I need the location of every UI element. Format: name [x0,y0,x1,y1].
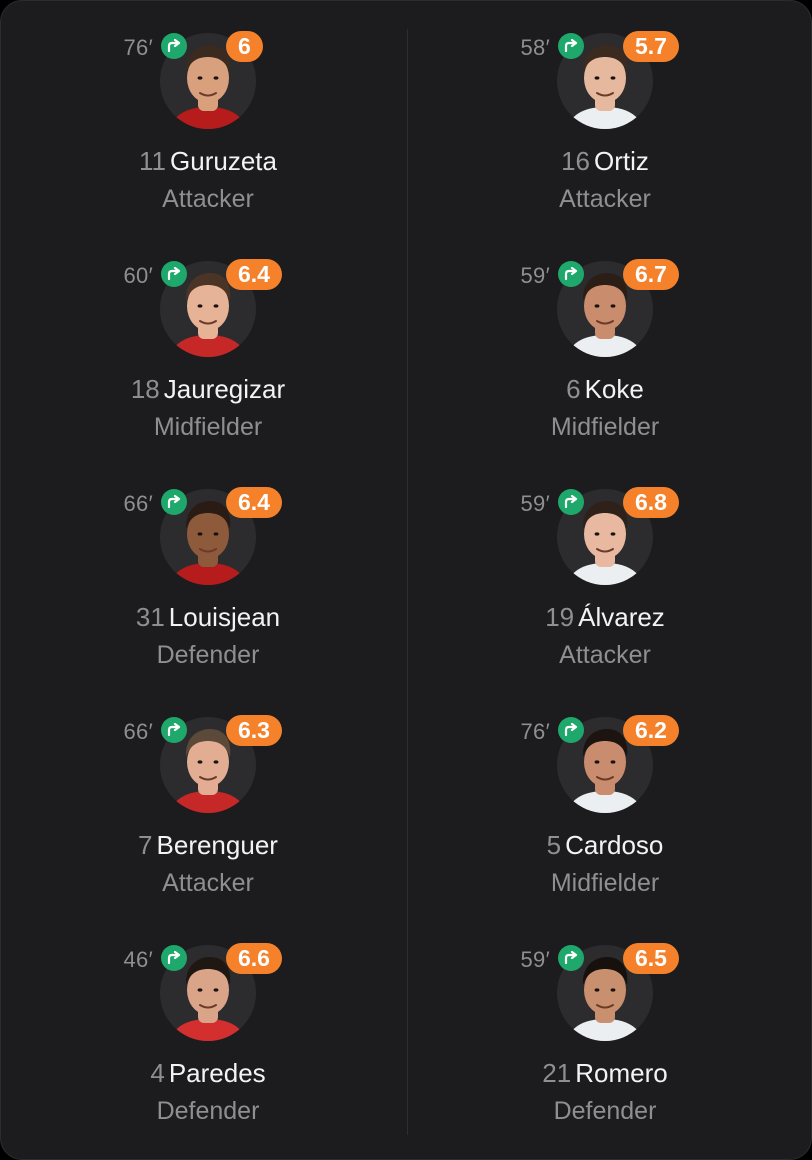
lineup-card: 76′ 6 11 Guruzeta Attacker 60′ 6.4 18 Ja… [0,0,812,1160]
player-name[interactable]: Louisjean [169,602,280,632]
sub-off-arrow-icon [161,261,187,287]
substitution-minute: 66′ [123,491,153,516]
player-position: Defender [156,1097,260,1125]
player-name-line[interactable]: 11 Guruzeta [1,146,415,177]
substitution-minute: 60′ [123,263,153,288]
player-name-line[interactable]: 5 Cardoso [398,830,811,861]
rating-badge: 6.5 [623,943,679,974]
player-name[interactable]: Berenguer [157,830,278,860]
shirt-number: 7 [138,830,153,860]
player-name[interactable]: Guruzeta [170,146,277,176]
player-card-jauregizar[interactable]: 60′ 6.4 18 Jauregizar Midfielder [1,229,407,457]
rating-badge: 6.8 [623,487,679,518]
rating-badge: 6.3 [226,715,282,746]
rating-badge: 6.7 [623,259,679,290]
shirt-number: 21 [542,1058,572,1088]
sub-off-arrow-icon [161,717,187,743]
shirt-number: 5 [546,830,562,860]
substitution-minute: 76′ [520,719,550,744]
sub-off-arrow-icon [161,945,187,971]
player-card-ortiz[interactable]: 58′ 5.7 16 Ortiz Attacker [398,1,804,229]
player-card-cardoso[interactable]: 76′ 6.2 5 Cardoso Midfielder [398,685,804,913]
shirt-number: 6 [566,374,581,404]
player-card-romero[interactable]: 59′ 6.5 21 Romero Defender [398,913,804,1141]
player-name-line[interactable]: 31 Louisjean [1,602,415,633]
sub-off-arrow-icon [558,489,584,515]
player-name-line[interactable]: 21 Romero [398,1058,811,1089]
shirt-number: 4 [150,1058,165,1088]
player-name[interactable]: Ortiz [594,146,649,176]
player-position: Attacker [162,185,254,213]
sub-off-arrow-icon [161,489,187,515]
player-position: Attacker [559,641,651,669]
sub-off-arrow-icon [161,33,187,59]
player-position: Midfielder [550,413,660,441]
player-card-álvarez[interactable]: 59′ 6.8 19 Álvarez Attacker [398,457,804,685]
player-position: Defender [553,1097,657,1125]
shirt-number: 18 [130,374,160,404]
player-position: Attacker [162,869,254,897]
substitution-minute: 66′ [123,719,153,744]
sub-off-arrow-icon [558,717,584,743]
player-position: Midfielder [153,413,263,441]
shirt-number: 16 [561,146,591,176]
player-card-louisjean[interactable]: 66′ 6.4 31 Louisjean Defender [1,457,407,685]
player-position: Midfielder [550,869,660,897]
player-card-guruzeta[interactable]: 76′ 6 11 Guruzeta Attacker [1,1,407,229]
substitution-minute: 58′ [520,35,550,60]
player-name-line[interactable]: 19 Álvarez [398,602,811,633]
player-name-line[interactable]: 6 Koke [398,374,811,405]
shirt-number: 31 [135,602,165,632]
rating-badge: 6.2 [623,715,679,746]
player-name-line[interactable]: 16 Ortiz [398,146,811,177]
substitution-minute: 59′ [520,491,550,516]
substitution-minute: 76′ [123,35,153,60]
player-name[interactable]: Koke [585,374,644,404]
player-name-line[interactable]: 18 Jauregizar [1,374,415,405]
player-name[interactable]: Álvarez [578,602,665,632]
player-name[interactable]: Jauregizar [164,374,285,404]
rating-badge: 6 [226,31,263,62]
rating-badge: 6.6 [226,943,282,974]
player-card-koke[interactable]: 59′ 6.7 6 Koke Midfielder [398,229,804,457]
player-position: Defender [156,641,260,669]
player-card-berenguer[interactable]: 66′ 6.3 7 Berenguer Attacker [1,685,407,913]
player-name[interactable]: Cardoso [565,830,663,860]
player-name-line[interactable]: 4 Paredes [1,1058,415,1089]
player-card-paredes[interactable]: 46′ 6.6 4 Paredes Defender [1,913,407,1141]
player-position: Attacker [559,185,651,213]
left-team-column: 76′ 6 11 Guruzeta Attacker 60′ 6.4 18 Ja… [1,1,407,1159]
shirt-number: 11 [139,146,167,176]
rating-badge: 5.7 [623,31,679,62]
sub-off-arrow-icon [558,261,584,287]
shirt-number: 19 [545,602,575,632]
player-name[interactable]: Romero [575,1058,667,1088]
substitution-minute: 59′ [520,947,550,972]
sub-off-arrow-icon [558,945,584,971]
right-team-column: 58′ 5.7 16 Ortiz Attacker 59′ 6.7 6 Koke… [398,1,804,1159]
substitution-minute: 59′ [520,263,550,288]
sub-off-arrow-icon [558,33,584,59]
rating-badge: 6.4 [226,259,282,290]
player-name[interactable]: Paredes [169,1058,266,1088]
substitution-minute: 46′ [123,947,153,972]
rating-badge: 6.4 [226,487,282,518]
player-name-line[interactable]: 7 Berenguer [1,830,415,861]
